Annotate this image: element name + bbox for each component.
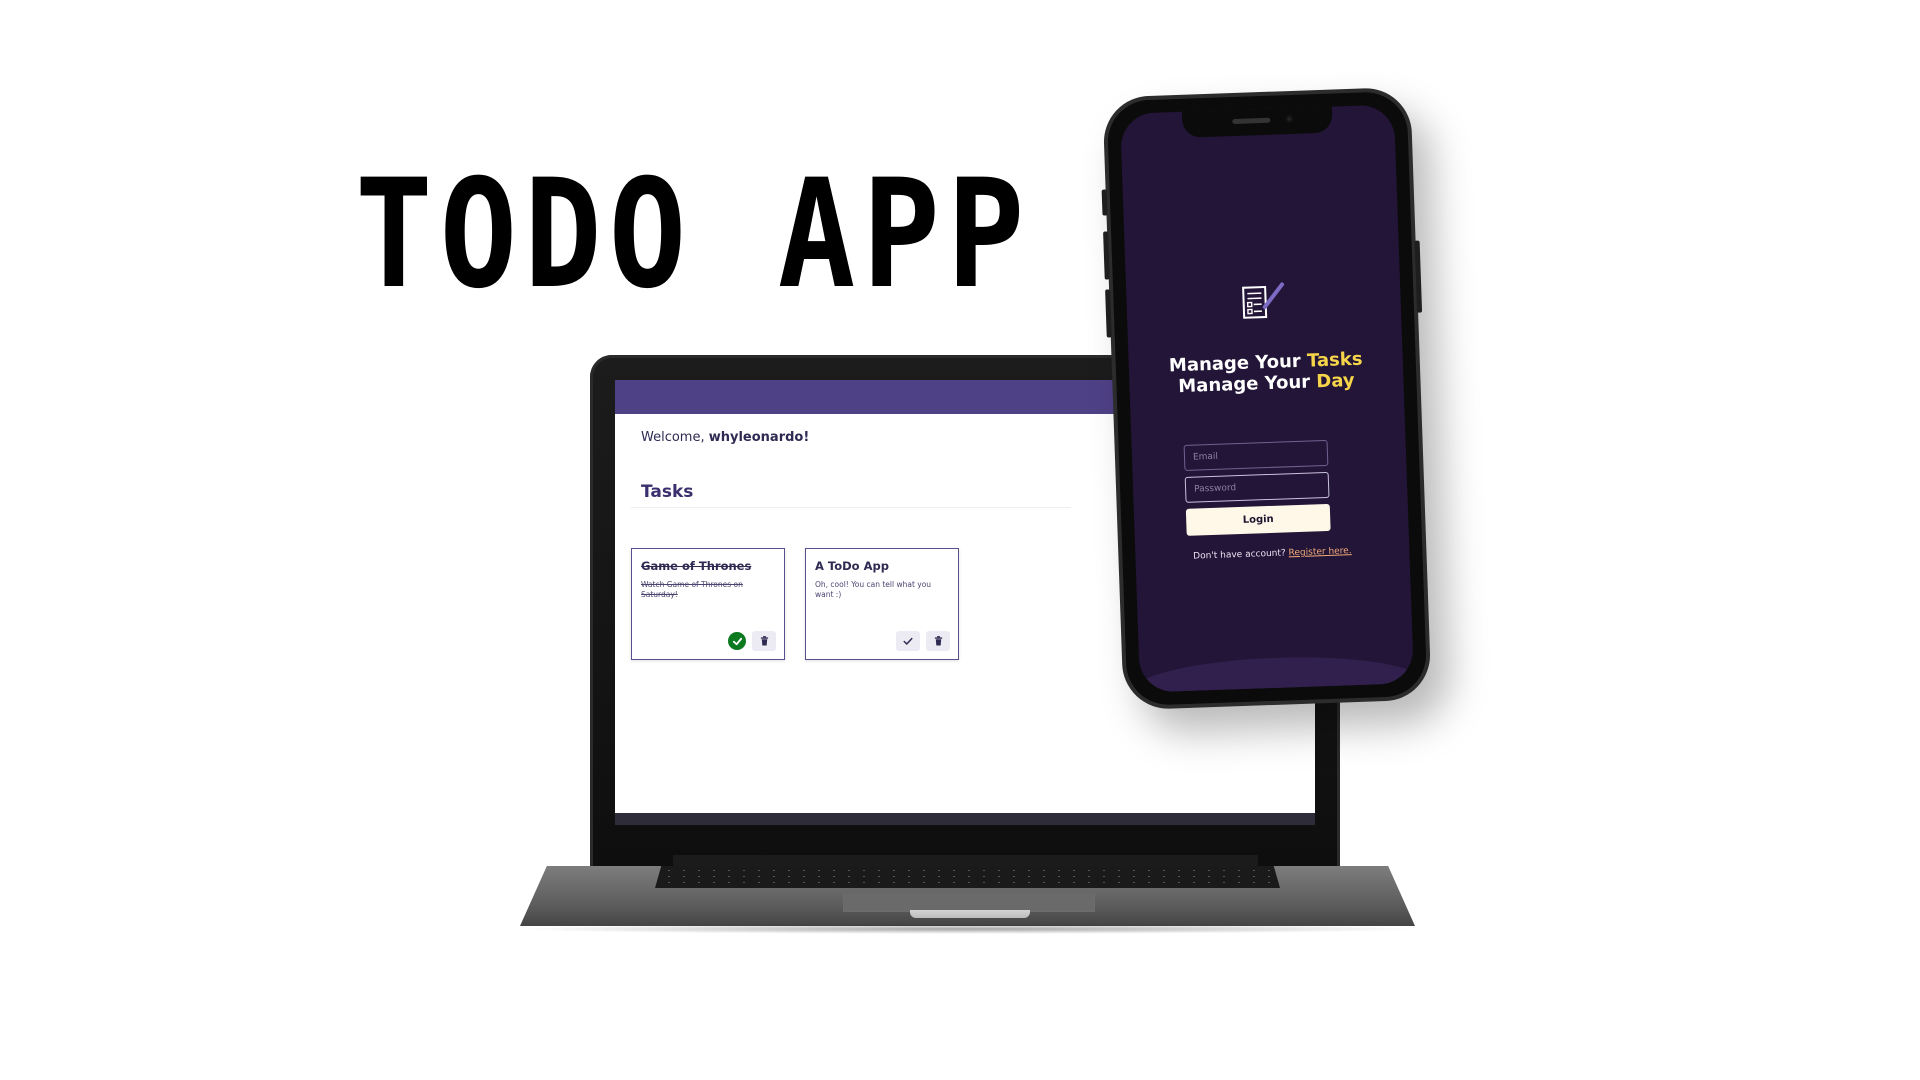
task-actions — [896, 631, 950, 651]
delete-task-button[interactable] — [752, 631, 776, 651]
headline-accent-day: Day — [1315, 369, 1355, 393]
register-link[interactable]: Register here. — [1288, 546, 1351, 558]
task-description: Watch Game of Thrones on Saturday! — [641, 580, 743, 599]
todo-list-pencil-icon — [1240, 280, 1287, 322]
check-icon — [903, 637, 913, 645]
tasks-heading: Tasks — [641, 482, 694, 502]
trash-icon — [760, 636, 768, 646]
delete-task-button[interactable] — [926, 631, 950, 651]
phone-frame: Manage Your Tasks Manage Your Day Login … — [1101, 86, 1432, 711]
login-button[interactable]: Login — [1185, 503, 1331, 536]
email-field[interactable] — [1183, 439, 1329, 471]
laptop-keyboard — [655, 866, 1280, 888]
speaker-grille — [1232, 117, 1271, 125]
phone-mute-switch — [1101, 189, 1108, 216]
laptop-base-notch — [910, 910, 1030, 918]
complete-task-button[interactable] — [896, 631, 920, 651]
phone-power-button — [1414, 240, 1423, 313]
welcome-message: Welcome, whyleonardo! — [641, 430, 809, 445]
password-field[interactable] — [1184, 471, 1330, 503]
task-description: Oh, cool! You can tell what you want :) — [815, 580, 932, 599]
login-headline: Manage Your Tasks Manage Your Day — [1128, 347, 1403, 399]
task-card: A ToDo App Oh, cool! You can tell what y… — [805, 548, 959, 660]
phone-screen: Manage Your Tasks Manage Your Day Login … — [1119, 104, 1415, 693]
laptop-shadow — [515, 924, 1420, 934]
task-actions — [728, 631, 776, 651]
check-circle-icon[interactable] — [728, 632, 746, 650]
welcome-username: whyleonardo! — [708, 430, 810, 445]
task-card: Game of Thrones Watch Game of Thrones on… — [631, 548, 785, 660]
tasks-divider — [631, 507, 1071, 508]
register-prompt: Don't have account? Register here. — [1135, 544, 1409, 564]
task-title: A ToDo App — [815, 559, 889, 573]
bottom-wave — [1129, 652, 1415, 693]
phone-volume-down — [1105, 289, 1112, 338]
headline-line-2-prefix: Manage Your — [1177, 371, 1317, 398]
headline-accent-tasks: Tasks — [1306, 348, 1363, 372]
screen-bottom-strip — [615, 813, 1315, 825]
phone-volume-up — [1103, 231, 1110, 280]
register-prompt-text: Don't have account? — [1193, 548, 1289, 562]
task-title: Game of Thrones — [641, 559, 752, 573]
front-camera — [1285, 114, 1294, 124]
trash-icon — [934, 636, 942, 646]
phone-notch — [1181, 106, 1333, 138]
welcome-prefix: Welcome, — [641, 430, 709, 445]
hero-title: TODO APP — [355, 148, 1032, 322]
